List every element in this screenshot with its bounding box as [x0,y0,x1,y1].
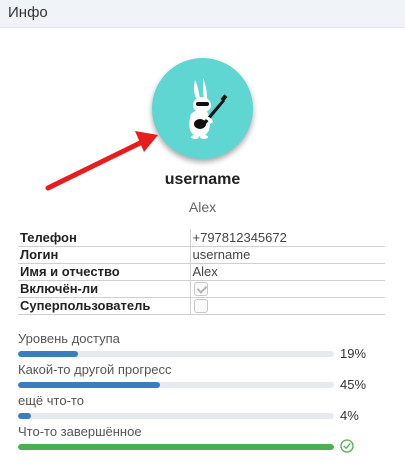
enabled-checkbox[interactable] [193,282,208,297]
phone-value: +797812345672 [189,229,385,247]
progress-value: 19% [340,346,367,361]
info-page: Инфо username Alex Телефон +797812345672… [0,0,405,475]
info-table: Телефон +797812345672 Логин username Имя… [18,229,385,315]
progress-fill [18,351,79,357]
progress-fill [18,413,31,419]
superuser-label: Суперпользователь [18,297,190,315]
panel-title: Инфо [8,4,48,21]
login-value: username [189,246,385,264]
progress-completed: Что-то завершённое [18,424,388,453]
progress-fill [18,444,334,450]
check-circle-icon [340,439,354,453]
progress-access-level: Уровень доступа 19% [18,331,388,361]
table-row: Включён-ли [18,280,385,298]
enabled-cell [189,280,385,298]
progress-track [18,382,334,388]
table-row: Логин username [18,246,385,264]
progress-value: 4% [340,408,359,423]
table-row: Имя и отчество Alex [18,263,385,281]
progress-label: Какой-то другой прогресс [18,362,172,377]
login-label: Логин [18,246,190,264]
progress-track [18,413,334,419]
table-row: Телефон +797812345672 [18,229,385,247]
progress-label: Уровень доступа [18,331,120,346]
progress-value: 45% [340,377,367,392]
name-value: Alex [189,263,385,281]
phone-label: Телефон [18,229,190,247]
superuser-checkbox[interactable] [193,299,208,314]
profile-username: username [164,171,241,188]
name-label: Имя и отчество [18,263,190,281]
panel-header: Инфо [0,0,405,28]
progress-something-else: ещё что-то 4% [18,393,388,423]
rabbit-guitar-icon [189,78,228,139]
progress-track [18,351,334,357]
avatar[interactable] [152,58,253,159]
table-row: Суперпользователь [18,297,385,315]
enabled-label: Включён-ли [18,280,190,298]
progress-fill [18,382,161,388]
progress-label: ещё что-то [18,393,84,408]
progress-track [18,444,334,450]
progress-other: Какой-то другой прогресс 45% [18,362,388,392]
superuser-cell [189,297,385,315]
progress-label: Что-то завершённое [18,424,142,439]
profile-full-name: Alex [188,199,217,215]
